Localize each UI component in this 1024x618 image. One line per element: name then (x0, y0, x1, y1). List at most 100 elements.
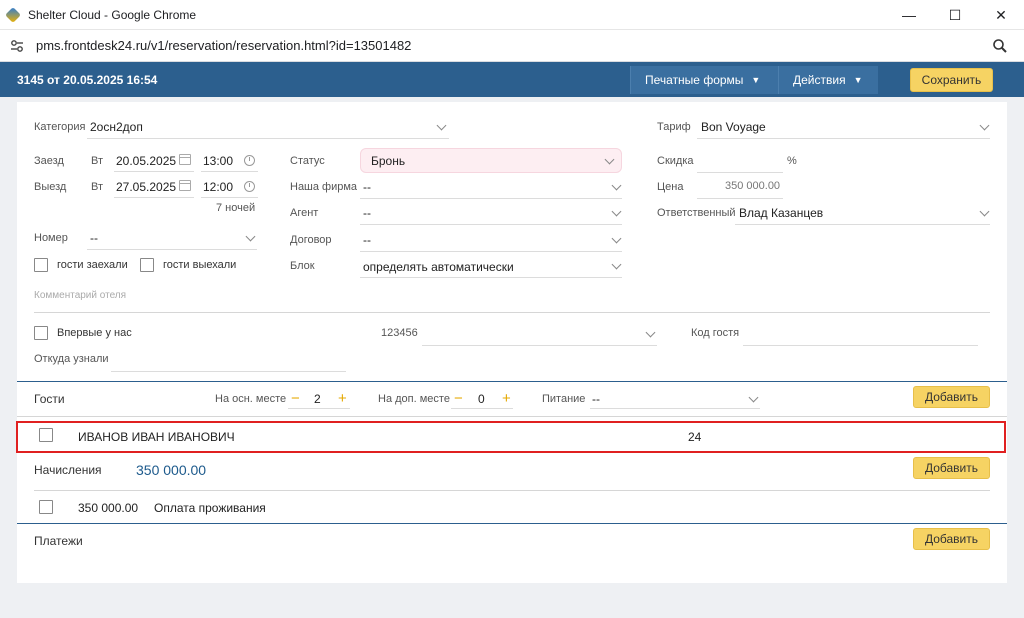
meal-chevron-down-icon[interactable] (748, 394, 758, 404)
responsible-label: Ответственный (657, 207, 736, 219)
reservation-title: 3145 от 20.05.2025 16:54 (17, 72, 158, 87)
agent-value: -- (363, 206, 371, 220)
extra-place-field-line (451, 408, 513, 409)
actions-label: Действия (793, 73, 846, 87)
maximize-button[interactable]: ☐ (932, 0, 978, 30)
print-forms-dropdown[interactable]: Печатные формы ▼ (630, 66, 778, 94)
checkin-calendar-icon[interactable] (179, 154, 191, 165)
payments-section-divider (17, 523, 1007, 524)
main-place-minus-button[interactable]: − (291, 391, 300, 406)
guest-lookup-chevron-down-icon[interactable] (645, 329, 655, 339)
checkin-clock-icon[interactable] (244, 155, 255, 166)
shelter-cloud-logo-icon (5, 6, 21, 23)
our-firm-label: Наша фирма (290, 181, 358, 193)
discount-label: Скидка (657, 155, 694, 167)
save-button[interactable]: Сохранить (910, 68, 993, 92)
checkout-time-line (201, 197, 258, 198)
site-settings-icon[interactable] (10, 39, 24, 53)
contract-label: Договор (290, 234, 332, 246)
contract-value: -- (363, 233, 371, 247)
main-place-value[interactable]: 2 (314, 392, 321, 406)
chevron-down-icon: ▼ (751, 75, 761, 85)
meal-field-line (590, 408, 760, 409)
tariff-field-line (697, 138, 990, 139)
charge-row-checkbox[interactable] (39, 500, 53, 514)
our-firm-chevron-down-icon[interactable] (611, 182, 621, 192)
actions-dropdown[interactable]: Действия ▼ (778, 66, 878, 94)
room-value: -- (90, 231, 98, 245)
guest-code-label: Код гостя (691, 327, 740, 339)
block-chevron-down-icon[interactable] (611, 261, 621, 271)
charge-description: Оплата проживания (154, 501, 266, 515)
checkout-time-input[interactable]: 12:00 (203, 180, 233, 194)
main-place-field-line (288, 408, 350, 409)
responsible-chevron-down-icon[interactable] (979, 208, 989, 218)
guests-checked-out-checkbox[interactable] (140, 258, 154, 272)
charges-divider (34, 490, 990, 491)
add-payment-button[interactable]: Добавить (913, 528, 990, 550)
checkin-weekday: Вт (91, 155, 104, 167)
extra-place-minus-button[interactable]: − (454, 391, 463, 406)
tariff-chevron-down-icon[interactable] (979, 122, 989, 132)
first-time-label: Впервые у нас (57, 327, 132, 339)
guest-row-highlight (16, 421, 1006, 453)
checkin-time-line (201, 171, 258, 172)
our-firm-field-line (360, 198, 622, 199)
responsible-value: Влад Казанцев (739, 206, 824, 220)
first-time-checkbox[interactable] (34, 326, 48, 340)
main-place-plus-button[interactable]: + (338, 391, 347, 406)
checkout-calendar-icon[interactable] (179, 180, 191, 191)
charges-section-label: Начисления (34, 463, 102, 477)
checkin-time-input[interactable]: 13:00 (203, 154, 233, 168)
block-label: Блок (290, 260, 315, 272)
our-firm-value: -- (363, 180, 371, 194)
price-label: Цена (657, 181, 684, 193)
add-guest-button[interactable]: Добавить (913, 386, 990, 408)
guests-checked-in-checkbox[interactable] (34, 258, 48, 272)
reservation-form: Категория 2осн2доп Заезд Вт 20.05.2025 1… (17, 102, 1007, 583)
guests-section-divider (17, 381, 1007, 382)
payments-section-label: Платежи (34, 534, 83, 548)
status-label: Статус (290, 155, 325, 167)
main-place-label: На осн. месте (215, 393, 287, 405)
checkout-date-input[interactable]: 27.05.2025 (116, 180, 176, 194)
status-value: Бронь (371, 154, 406, 168)
category-label: Категория (34, 121, 86, 133)
zoom-icon[interactable] (992, 38, 1008, 54)
minimize-button[interactable]: — (886, 0, 932, 30)
contract-field-line (360, 251, 622, 252)
checkout-clock-icon[interactable] (244, 181, 255, 192)
meal-label: Питание (542, 393, 586, 405)
category-chevron-down-icon[interactable] (436, 122, 446, 132)
extra-place-plus-button[interactable]: + (502, 391, 511, 406)
guests-section-label: Гости (34, 392, 65, 406)
source-field-line (111, 371, 346, 372)
guest-code-field-line (743, 345, 978, 346)
window-title: Shelter Cloud - Google Chrome (28, 7, 197, 22)
source-label: Откуда узнали (34, 353, 109, 365)
window-controls: — ☐ ✕ (886, 0, 1024, 30)
reservation-header: 3145 от 20.05.2025 16:54 Печатные формы … (0, 62, 1024, 97)
contract-chevron-down-icon[interactable] (611, 235, 621, 245)
checkout-date-line (114, 197, 194, 198)
status-chevron-down-icon[interactable] (604, 156, 614, 166)
block-field-line (360, 277, 622, 278)
charges-total: 350 000.00 (136, 462, 207, 478)
checkout-label: Выезд (34, 181, 67, 193)
agent-chevron-down-icon[interactable] (611, 208, 621, 218)
browser-titlebar: Shelter Cloud - Google Chrome — ☐ ✕ (0, 0, 1024, 30)
category-field-line (87, 138, 449, 139)
url-text[interactable]: pms.frontdesk24.ru/v1/reservation/reserv… (36, 38, 411, 53)
room-chevron-down-icon[interactable] (245, 233, 255, 243)
close-button[interactable]: ✕ (978, 0, 1024, 30)
agent-label: Агент (290, 207, 319, 219)
extra-place-value[interactable]: 0 (478, 392, 485, 406)
checkin-date-input[interactable]: 20.05.2025 (116, 154, 176, 168)
hotel-comment-input[interactable]: Комментарий отеля (34, 290, 126, 301)
discount-field-line (697, 172, 783, 173)
block-value: определять автоматически (363, 260, 514, 274)
charge-amount: 350 000.00 (78, 501, 139, 515)
add-charge-button[interactable]: Добавить (913, 457, 990, 479)
tariff-label: Тариф (657, 121, 691, 133)
checkin-date-line (114, 171, 194, 172)
